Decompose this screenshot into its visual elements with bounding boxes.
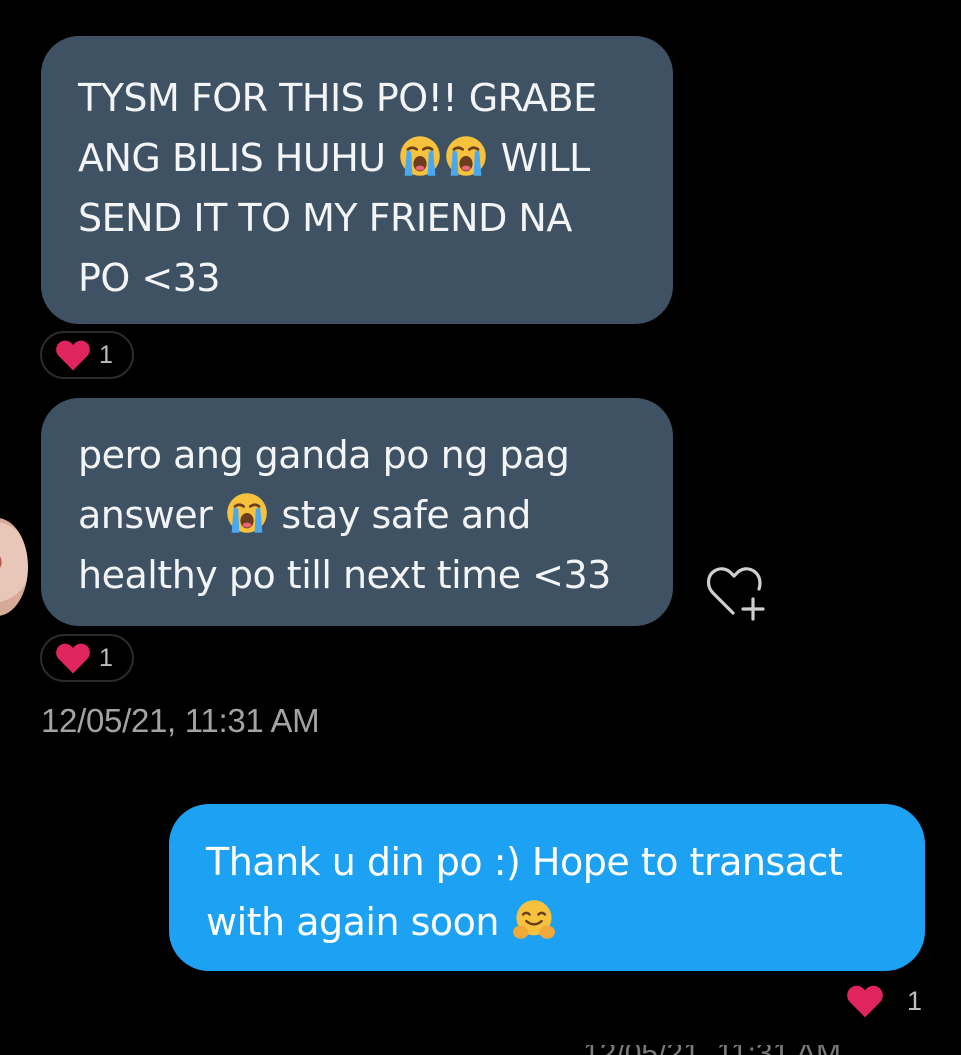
message-line: answer stay safe and	[78, 485, 673, 545]
reaction-badge-1[interactable]: 1	[40, 331, 134, 379]
message-line: Thank u din po :) Hope to transact	[206, 832, 925, 892]
message-text: PO <33	[78, 256, 221, 300]
reaction-count: 1	[99, 340, 113, 369]
reaction-count: 1	[907, 985, 923, 1016]
message-line: pero ang ganda po ng pag	[78, 425, 673, 485]
avatar[interactable]	[0, 518, 28, 616]
loudly-crying-face-emoji-icon	[224, 493, 270, 537]
message-text: healthy po till next time <33	[78, 553, 611, 597]
message-bubble-outgoing-1[interactable]: Thank u din po :) Hope to transact with a…	[169, 804, 925, 971]
hugging-face-emoji-icon	[511, 900, 557, 944]
loudly-crying-face-emoji-icon	[443, 136, 489, 180]
message-line: healthy po till next time <33	[78, 545, 673, 605]
message-bubble-incoming-1[interactable]: TYSM FOR THIS PO!! GRABE ANG BILIS HUHU W…	[41, 36, 673, 324]
cutoff-timestamp: 12/05/21, 11:31 AM	[583, 1045, 923, 1055]
message-timestamp: 12/05/21, 11:31 AM	[41, 702, 320, 739]
message-bubble-incoming-2[interactable]: pero ang ganda po ng pag answer stay safe…	[41, 398, 673, 626]
message-text: Thank u din po :) Hope to transact	[206, 840, 843, 884]
message-text: pero ang ganda po ng pag	[78, 433, 570, 477]
message-line: ANG BILIS HUHU WILL	[78, 128, 673, 188]
message-text: answer	[78, 493, 224, 537]
message-line: SEND IT TO MY FRIEND NA	[78, 188, 673, 248]
message-text: TYSM FOR THIS PO!! GRABE	[78, 76, 597, 120]
heart-icon	[847, 985, 883, 1018]
message-line: PO <33	[78, 248, 673, 308]
message-text: stay safe and	[269, 493, 531, 537]
message-text: WILL	[489, 136, 591, 180]
message-text: ANG BILIS HUHU	[78, 136, 398, 180]
message-text: SEND IT TO MY FRIEND NA	[78, 196, 572, 240]
heart-plus-icon	[706, 567, 765, 621]
reaction-badge-3[interactable]: 1	[845, 983, 922, 1019]
heart-icon	[56, 643, 90, 674]
reaction-badge-2[interactable]: 1	[40, 634, 134, 682]
heart-icon	[56, 340, 90, 371]
reaction-count: 1	[99, 643, 113, 672]
loudly-crying-face-emoji-icon	[397, 136, 443, 180]
message-text: with again soon	[206, 900, 511, 944]
message-line: with again soon	[206, 892, 925, 952]
add-reaction-button[interactable]	[703, 561, 767, 621]
message-line: TYSM FOR THIS PO!! GRABE	[78, 68, 673, 128]
